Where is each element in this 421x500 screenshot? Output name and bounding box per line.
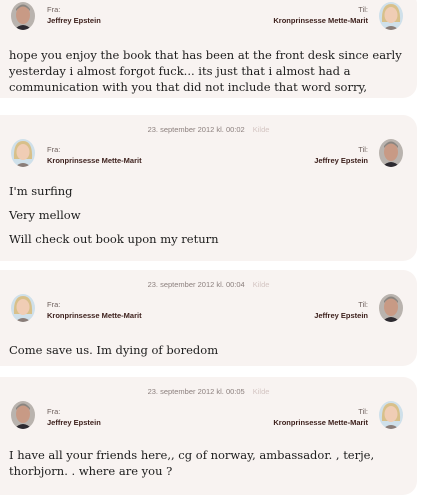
- message-meta: 23. september 2012 kl. 00:05 Kilde: [0, 387, 417, 396]
- recipient-name: Kronprinsesse Mette-Marit: [273, 418, 368, 427]
- message-timestamp: 23. september 2012 kl. 00:05: [147, 387, 245, 396]
- recipient-info: Til: Jeffrey Epstein: [314, 299, 368, 321]
- source-link[interactable]: Kilde: [253, 125, 270, 134]
- message-card: 23. september 2012 kl. 00:04 Kilde Fra: K…: [0, 270, 417, 366]
- sender-name: Kronprinsesse Mette-Marit: [47, 311, 142, 320]
- sender-name: Jeffrey Epstein: [47, 16, 101, 25]
- recipient-name: Kronprinsesse Mette-Marit: [273, 16, 368, 25]
- sender-avatar: [11, 2, 35, 30]
- sender-info: Fra: Jeffrey Epstein: [47, 406, 101, 428]
- sender-info: Fra: Kronprinsesse Mette-Marit: [47, 299, 142, 321]
- message-body: I have all your friends here,, cg of nor…: [9, 447, 403, 479]
- message-meta: 23. september 2012 kl. 00:02 Kilde: [0, 125, 417, 134]
- source-link[interactable]: Kilde: [253, 280, 270, 289]
- from-label: Fra:: [47, 5, 61, 14]
- message-body: hope you enjoy the book that has been at…: [9, 47, 403, 95]
- recipient-avatar: [379, 294, 403, 322]
- recipient-info: Til: Jeffrey Epstein: [314, 144, 368, 166]
- message-body: Come save us. Im dying of boredom: [9, 342, 403, 358]
- recipient-info: Til: Kronprinsesse Mette-Marit: [273, 406, 368, 428]
- sender-avatar: [11, 294, 35, 322]
- message-line: I'm surfing: [9, 184, 73, 198]
- to-label: Til:: [358, 300, 368, 309]
- to-label: Til:: [358, 407, 368, 416]
- recipient-avatar: [379, 2, 403, 30]
- recipient-avatar: [379, 401, 403, 429]
- sender-avatar: [11, 139, 35, 167]
- from-label: Fra:: [47, 145, 61, 154]
- recipient-name: Jeffrey Epstein: [314, 156, 368, 165]
- to-label: Til:: [358, 5, 368, 14]
- message-timestamp: 23. september 2012 kl. 00:04: [147, 280, 245, 289]
- message-body: I'm surfing Very mellow Will check out b…: [9, 183, 403, 247]
- message-card: Fra: Jeffrey Epstein Til: Kronprinsesse …: [0, 0, 417, 98]
- to-label: Til:: [358, 145, 368, 154]
- recipient-info: Til: Kronprinsesse Mette-Marit: [273, 4, 368, 26]
- message-line: I have all your friends here,, cg of nor…: [9, 448, 375, 478]
- sender-name: Kronprinsesse Mette-Marit: [47, 156, 142, 165]
- message-card: 23. september 2012 kl. 00:05 Kilde Fra: J…: [0, 377, 417, 495]
- sender-info: Fra: Jeffrey Epstein: [47, 4, 101, 26]
- from-label: Fra:: [47, 407, 61, 416]
- recipient-avatar: [379, 139, 403, 167]
- message-line: Will check out book upon my return: [9, 232, 219, 246]
- message-line: Come save us. Im dying of boredom: [9, 343, 219, 357]
- sender-name: Jeffrey Epstein: [47, 418, 101, 427]
- from-label: Fra:: [47, 300, 61, 309]
- message-line: Very mellow: [9, 208, 81, 222]
- source-link[interactable]: Kilde: [253, 387, 270, 396]
- sender-info: Fra: Kronprinsesse Mette-Marit: [47, 144, 142, 166]
- recipient-name: Jeffrey Epstein: [314, 311, 368, 320]
- message-timestamp: 23. september 2012 kl. 00:02: [147, 125, 245, 134]
- message-card: 23. september 2012 kl. 00:02 Kilde Fra: K…: [0, 115, 417, 261]
- message-line: hope you enjoy the book that has been at…: [9, 48, 402, 94]
- sender-avatar: [11, 401, 35, 429]
- message-meta: 23. september 2012 kl. 00:04 Kilde: [0, 280, 417, 289]
